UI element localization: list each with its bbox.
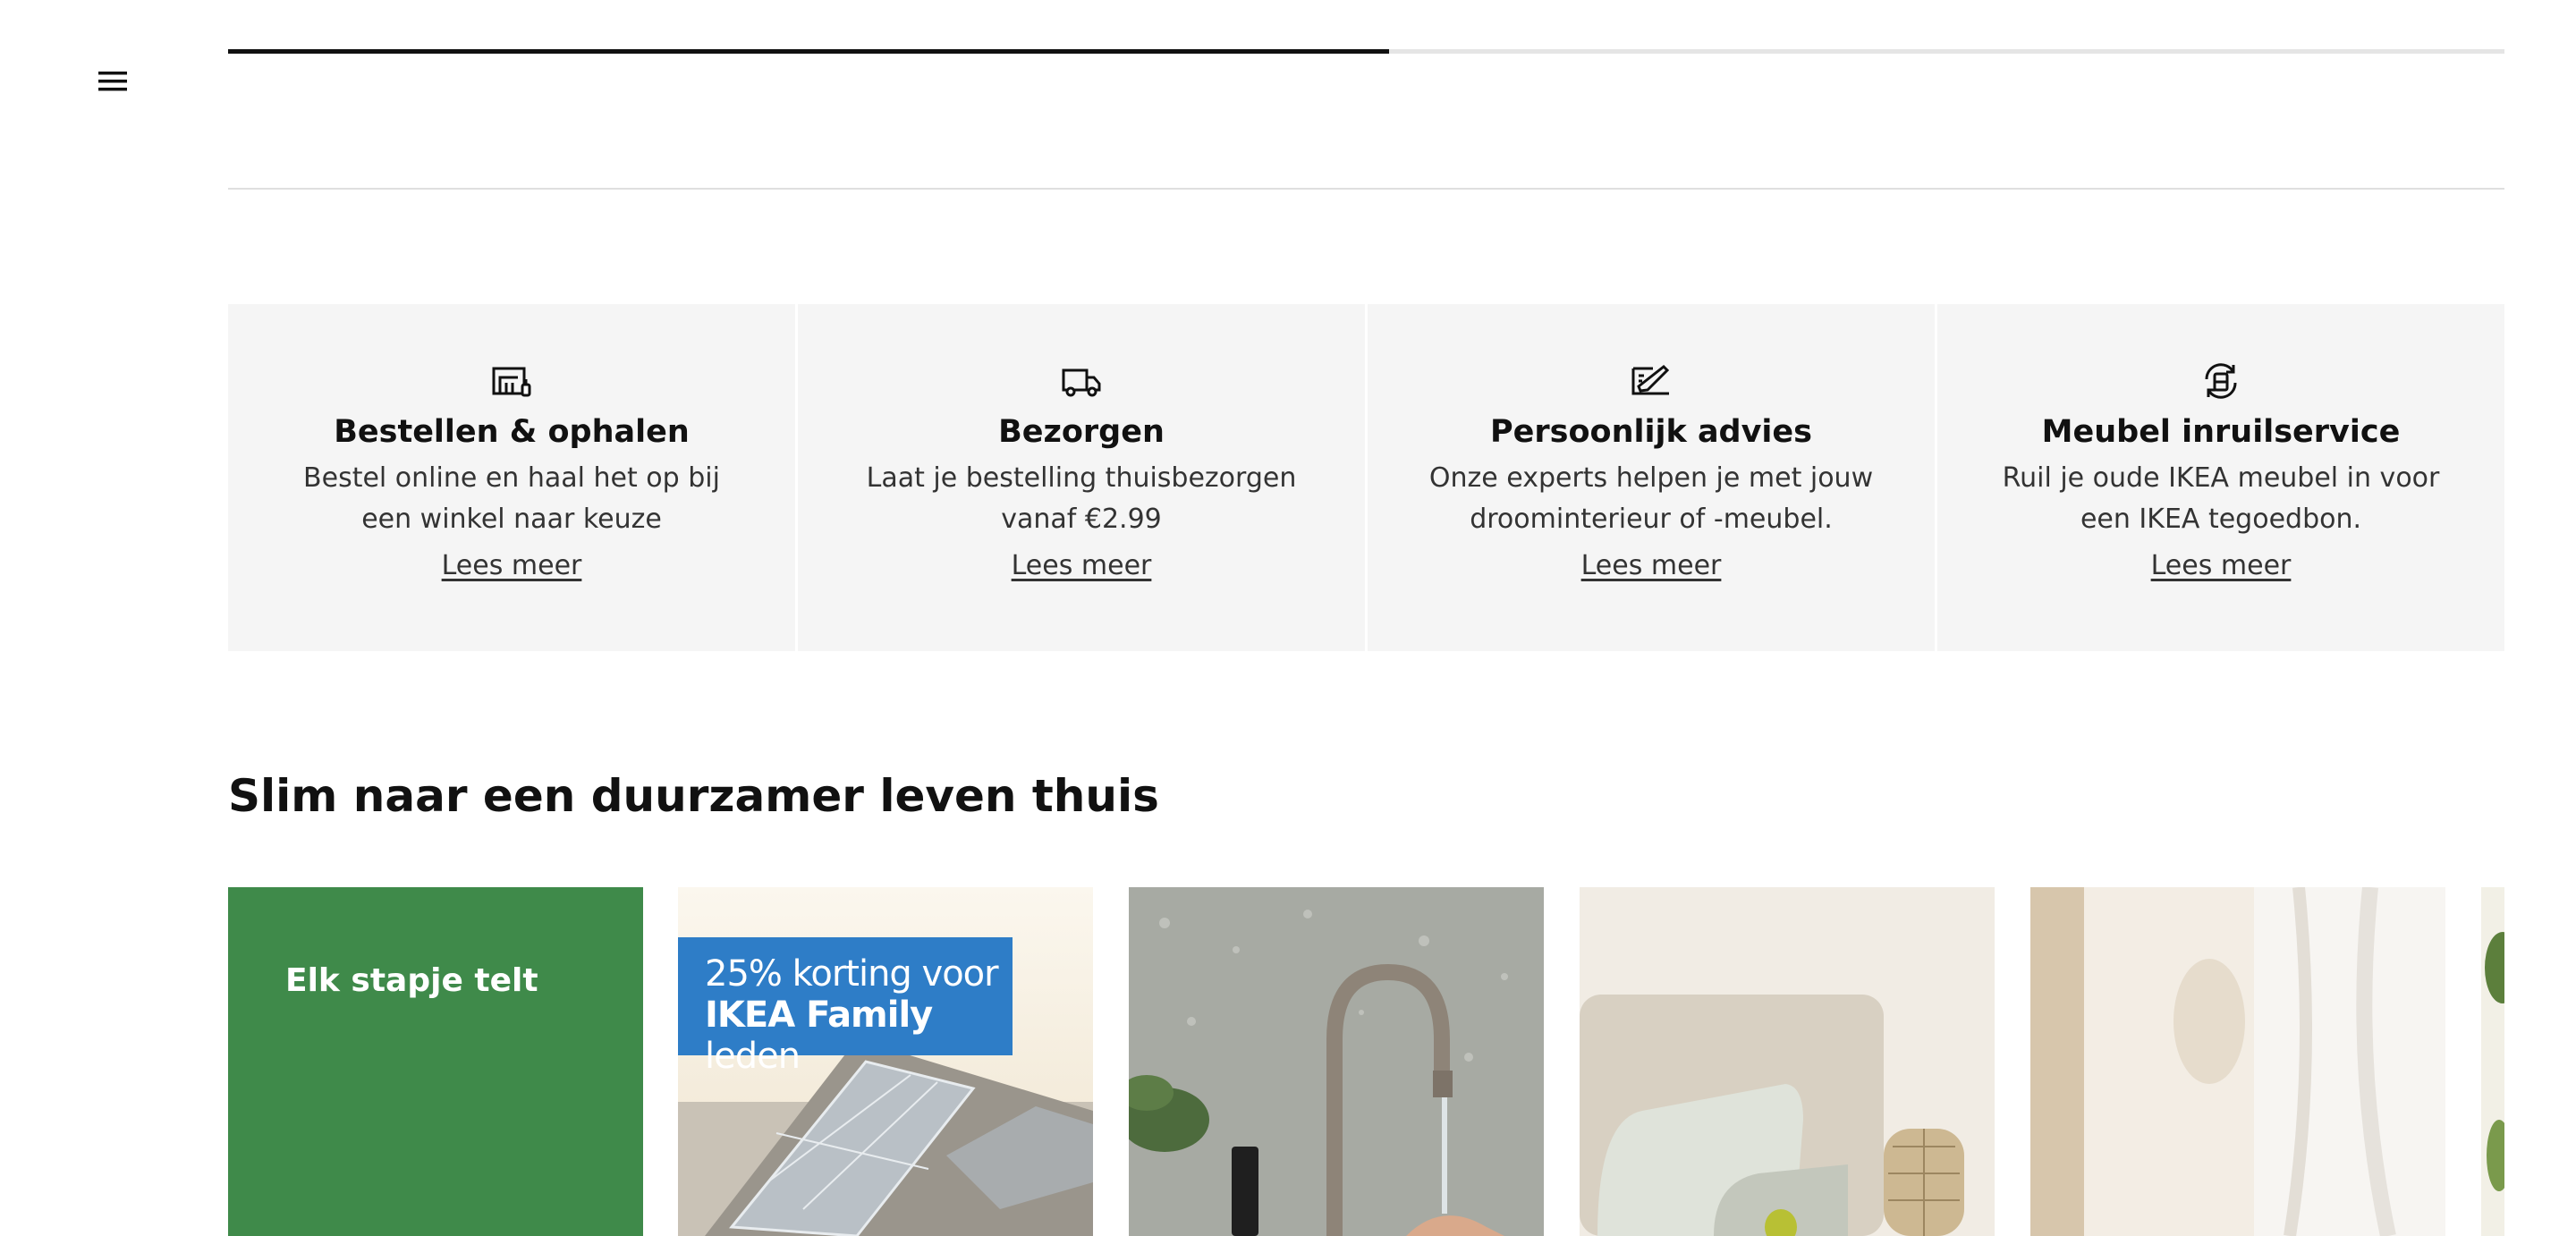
carousel-card-bedroom[interactable] bbox=[1580, 887, 1995, 1236]
service-description: Bestel online en haal het op bij een win… bbox=[303, 462, 720, 535]
promo-text-line1: 25% korting voor bbox=[705, 953, 999, 995]
service-card-advice: Persoonlijk advies Onze experts helpen j… bbox=[1368, 304, 1935, 651]
carousel-card-kitchen-tap[interactable] bbox=[1129, 887, 1544, 1236]
scroll-progress-bar bbox=[228, 49, 2504, 54]
service-title: Meubel inruilservice bbox=[2041, 414, 2401, 450]
kitchen-tap-image bbox=[1129, 887, 1544, 1236]
service-card-buyback: Meubel inruilservice Ruil je oude IKEA m… bbox=[1937, 304, 2504, 651]
services-row: Bestellen & ophalen Bestel online en haa… bbox=[228, 304, 2504, 651]
service-description: Ruil je oude IKEA meubel in voor een IKE… bbox=[2002, 462, 2440, 535]
store-pickup-icon bbox=[490, 360, 533, 402]
page: Bestellen & ophalen Bestel online en haa… bbox=[0, 0, 2576, 1236]
carousel-card-curtain[interactable] bbox=[2030, 887, 2445, 1236]
lees-meer-link-pickup[interactable]: Lees meer bbox=[442, 546, 582, 587]
scroll-progress-fill bbox=[228, 49, 1389, 54]
service-title: Bestellen & ophalen bbox=[334, 414, 690, 450]
furniture-buyback-icon bbox=[2199, 360, 2242, 402]
sustainability-carousel[interactable]: Elk stapje telt 25% korting voor IKEA Fa… bbox=[228, 887, 2504, 1236]
plants-image bbox=[2481, 887, 2504, 1236]
service-card-delivery: Bezorgen Laat je bestelling thuisbezorge… bbox=[798, 304, 1365, 651]
service-description: Laat je bestelling thuisbezorgen vanaf €… bbox=[866, 462, 1297, 535]
promo-text-line2: IKEA Family leden bbox=[705, 995, 1013, 1077]
service-description: Onze experts helpen je met jouw droomint… bbox=[1428, 462, 1874, 535]
lees-meer-link-advice[interactable]: Lees meer bbox=[1581, 546, 1722, 587]
carousel-card-solar-panels[interactable]: 25% korting voor IKEA Family leden bbox=[678, 887, 1093, 1236]
design-advice-icon bbox=[1630, 360, 1673, 402]
section-title-sustainability: Slim naar een duurzamer leven thuis bbox=[228, 770, 1159, 822]
hamburger-menu-button[interactable] bbox=[86, 59, 140, 104]
lees-meer-link-delivery[interactable]: Lees meer bbox=[1012, 546, 1152, 587]
service-title: Persoonlijk advies bbox=[1490, 414, 1812, 450]
carousel-card-elk-stapje-telt[interactable]: Elk stapje telt bbox=[228, 887, 643, 1236]
lees-meer-link-buyback[interactable]: Lees meer bbox=[2151, 546, 2292, 587]
section-divider bbox=[228, 188, 2504, 190]
carousel-card-partial[interactable] bbox=[2481, 887, 2504, 1236]
hamburger-menu-icon bbox=[98, 72, 127, 91]
service-card-pickup: Bestellen & ophalen Bestel online en haa… bbox=[228, 304, 795, 651]
delivery-truck-icon bbox=[1060, 360, 1103, 402]
promo-text-leden: leden bbox=[705, 1036, 801, 1077]
card-label: Elk stapje telt bbox=[285, 962, 538, 999]
service-title: Bezorgen bbox=[998, 414, 1165, 450]
promo-text-ikea-family: IKEA Family bbox=[705, 995, 933, 1036]
bedroom-image bbox=[1580, 887, 1995, 1236]
promo-badge: 25% korting voor IKEA Family leden bbox=[678, 937, 1013, 1077]
curtain-image bbox=[2030, 887, 2445, 1236]
